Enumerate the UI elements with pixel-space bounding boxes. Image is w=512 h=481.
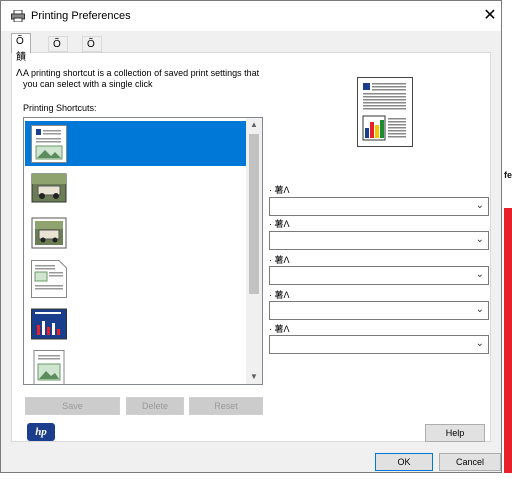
document-landscape-icon bbox=[33, 350, 65, 384]
list-scrollbar[interactable]: ▲ ▼ bbox=[246, 118, 262, 384]
ok-button[interactable]: OK bbox=[375, 453, 433, 471]
option-select[interactable]: ⌄ bbox=[269, 335, 489, 354]
shortcuts-list[interactable]: ▲ ▼ bbox=[23, 117, 263, 385]
title-bar: Printing Preferences ✕ bbox=[1, 1, 501, 31]
background-text: fe bbox=[504, 170, 512, 180]
list-item[interactable] bbox=[25, 211, 247, 256]
shortcuts-description: A printing shortcut is a collection of s… bbox=[23, 68, 260, 89]
photo-car-framed-icon bbox=[31, 217, 67, 249]
chevron-down-icon: ⌄ bbox=[475, 200, 484, 211]
help-button[interactable]: Help bbox=[425, 424, 485, 442]
close-button[interactable]: ✕ bbox=[479, 5, 501, 27]
save-button[interactable]: Save bbox=[25, 397, 120, 415]
preview-document-icon bbox=[362, 83, 406, 141]
scroll-thumb[interactable] bbox=[249, 134, 259, 294]
hp-logo: hp bbox=[27, 423, 55, 441]
option-select[interactable]: ⌄ bbox=[269, 231, 489, 250]
window-title: Printing Preferences bbox=[31, 10, 131, 22]
document-folded-icon bbox=[31, 260, 67, 298]
scroll-down-icon[interactable]: ▼ bbox=[246, 370, 262, 384]
option-label: · 薯Λ bbox=[269, 255, 290, 265]
list-item[interactable] bbox=[25, 166, 247, 211]
photo-car-icon bbox=[31, 173, 67, 203]
scroll-up-icon[interactable]: ▲ bbox=[246, 118, 262, 132]
option-select[interactable]: ⌄ bbox=[269, 197, 489, 216]
option-label: · 薯Λ bbox=[269, 219, 290, 229]
option-label: · 薯Λ bbox=[269, 324, 290, 334]
option-select[interactable]: ⌄ bbox=[269, 266, 489, 285]
chevron-down-icon: ⌄ bbox=[475, 234, 484, 245]
tab-1[interactable]: Õ饋Λ bbox=[11, 33, 31, 79]
option-select[interactable]: ⌄ bbox=[269, 301, 489, 320]
option-label: · 薯Λ bbox=[269, 185, 290, 195]
background-red-bar bbox=[504, 208, 512, 473]
printer-icon bbox=[11, 10, 25, 22]
document-icon bbox=[31, 125, 67, 163]
page-preview bbox=[357, 77, 413, 147]
printing-preferences-dialog: Printing Preferences ✕ Õ饋Λ Õ饋Λ Õ饋Λ A pri… bbox=[0, 0, 502, 473]
tab-3[interactable]: Õ饋Λ bbox=[82, 36, 102, 82]
tab-2[interactable]: Õ饋Λ bbox=[48, 36, 68, 82]
delete-button[interactable]: Delete bbox=[126, 397, 184, 415]
presentation-icon bbox=[31, 308, 67, 340]
list-item[interactable] bbox=[25, 301, 247, 346]
option-label: · 薯Λ bbox=[269, 290, 290, 300]
shortcuts-label: Printing Shortcuts: bbox=[23, 103, 97, 113]
chevron-down-icon: ⌄ bbox=[475, 269, 484, 280]
list-item[interactable] bbox=[25, 346, 247, 384]
list-item[interactable] bbox=[25, 121, 247, 166]
chevron-down-icon: ⌄ bbox=[475, 304, 484, 315]
reset-button[interactable]: Reset bbox=[189, 397, 263, 415]
cancel-button[interactable]: Cancel bbox=[439, 453, 501, 471]
chevron-down-icon: ⌄ bbox=[475, 338, 484, 349]
list-item[interactable] bbox=[25, 256, 247, 301]
